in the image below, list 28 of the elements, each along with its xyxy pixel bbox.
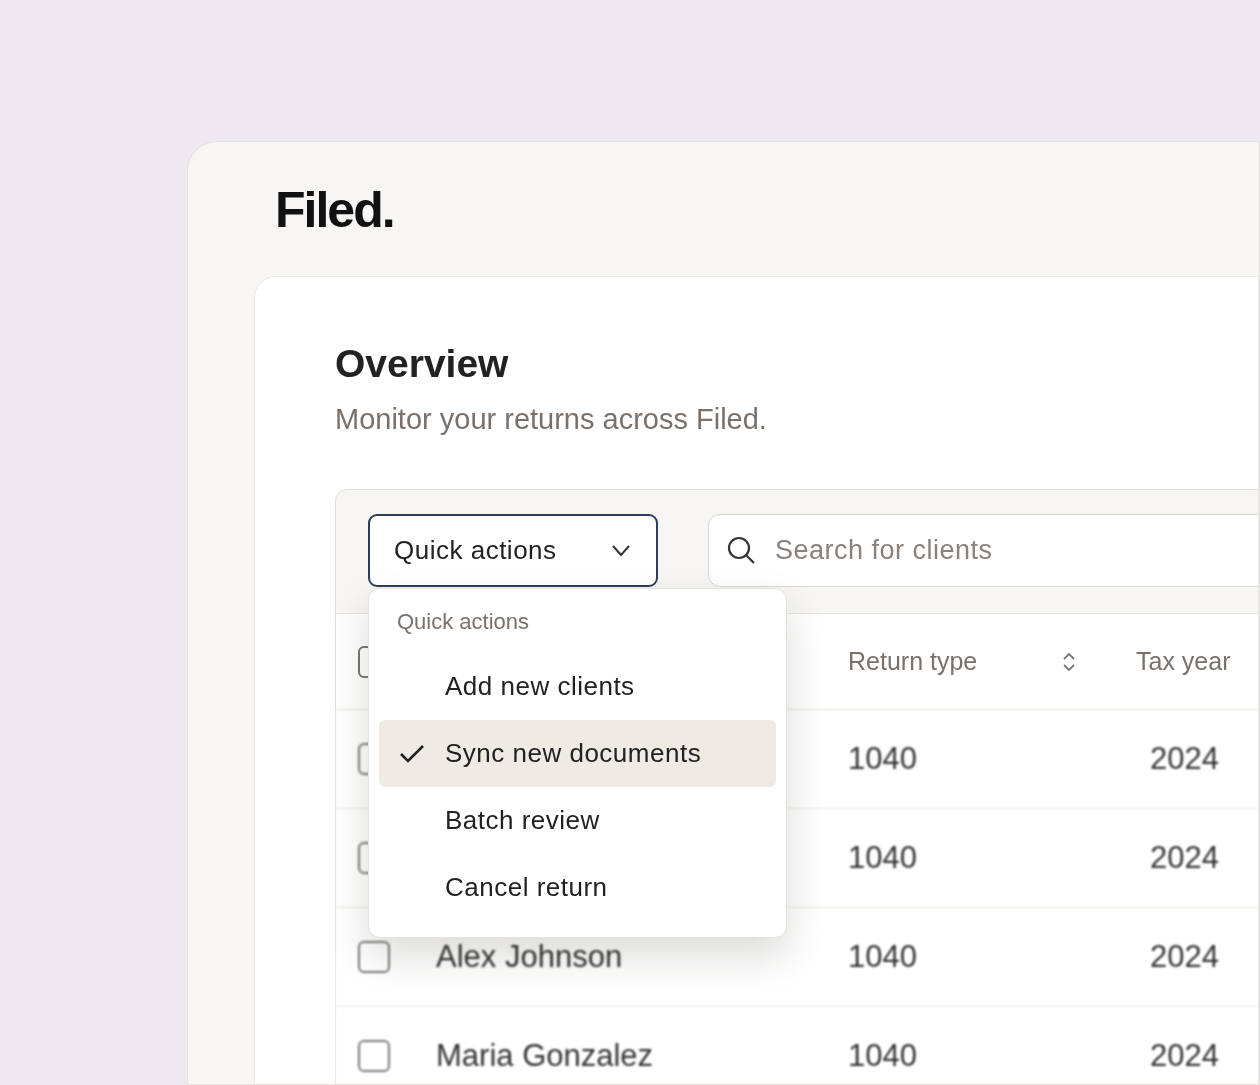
table-cell: 2024 bbox=[1150, 1038, 1219, 1073]
table-cell: 1040 bbox=[848, 1038, 917, 1073]
table-cell: 1040 bbox=[848, 939, 917, 974]
menu-item[interactable]: Sync new documents bbox=[379, 720, 776, 787]
menu-item[interactable]: Cancel return bbox=[379, 854, 776, 921]
checkbox[interactable] bbox=[358, 1040, 390, 1072]
client-name: Alex Johnson bbox=[436, 939, 623, 974]
checkbox[interactable] bbox=[358, 941, 390, 973]
menu-item[interactable]: Batch review bbox=[379, 787, 776, 854]
checkmark-icon bbox=[399, 743, 425, 764]
column-header[interactable]: Tax year bbox=[1136, 647, 1231, 675]
client-name: Maria Gonzalez bbox=[436, 1038, 654, 1073]
search-field[interactable]: Search for clients bbox=[708, 514, 1258, 587]
menu-heading: Quick actions bbox=[396, 608, 531, 636]
page-subtitle: Monitor your returns across Filed. bbox=[335, 402, 767, 437]
page-title: Overview bbox=[335, 341, 509, 387]
table-cell: 1040 bbox=[848, 840, 917, 875]
table-cell: 1040 bbox=[848, 741, 917, 776]
menu-item[interactable]: Add new clients bbox=[379, 653, 776, 720]
sort-icon[interactable] bbox=[1062, 651, 1076, 672]
table-cell: 2024 bbox=[1150, 939, 1219, 974]
chevron-icon bbox=[612, 544, 630, 557]
quick-actions-button[interactable]: Quick actions bbox=[368, 514, 658, 587]
column-header[interactable]: Return type bbox=[848, 647, 978, 676]
logo: Filed. bbox=[275, 182, 394, 238]
table-cell: 2024 bbox=[1150, 840, 1219, 875]
search-icon bbox=[726, 535, 756, 565]
table-cell: 2024 bbox=[1150, 741, 1219, 776]
